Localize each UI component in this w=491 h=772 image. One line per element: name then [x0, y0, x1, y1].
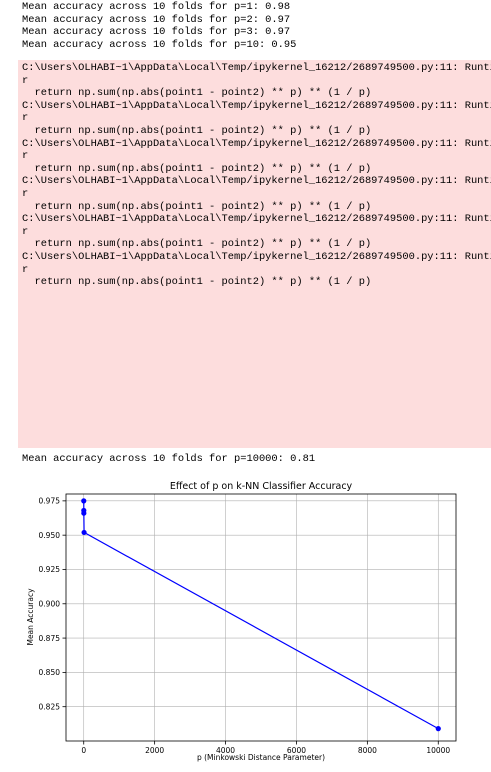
y-tick-label: 0.850	[39, 668, 61, 677]
data-point	[81, 529, 87, 536]
y-tick-label: 0.875	[39, 634, 61, 643]
data-point	[435, 726, 441, 732]
x-axis-label: p (Minkowski Distance Parameter)	[197, 753, 325, 762]
data-point	[81, 498, 87, 504]
x-tick-label: 8000	[358, 746, 377, 755]
y-tick-label: 0.900	[39, 599, 61, 608]
y-axis-label: Mean Accuracy	[26, 588, 35, 646]
plot-frame	[65, 493, 457, 742]
warning-output: C:\Users\OLHABI~1\AppData\Local\Temp/ipy…	[18, 60, 491, 448]
chart-grid	[66, 494, 456, 741]
x-tick-label: 10000	[426, 746, 450, 755]
y-tick-label: 0.825	[39, 702, 61, 711]
y-tick-label: 0.950	[39, 531, 61, 540]
data-point	[81, 510, 87, 516]
y-tick-label: 0.925	[39, 565, 61, 574]
accuracy-chart: Effect of p on k-NN Classifier Accuracy …	[26, 481, 457, 762]
warning-text: C:\Users\OLHABI~1\AppData\Local\Temp/ipy…	[22, 62, 491, 289]
y-tick-label: 0.975	[39, 497, 61, 506]
stdout-top: Mean accuracy across 10 folds for p=1: 0…	[22, 1, 297, 51]
y-axis-ticks: 0.825 0.850 0.875 0.900 0.925 0.950 0.975	[39, 497, 66, 711]
stdout-bottom: Mean accuracy across 10 folds for p=1000…	[22, 453, 316, 465]
x-tick-label: 0	[81, 746, 86, 755]
chart-title: Effect of p on k-NN Classifier Accuracy	[170, 481, 353, 492]
x-tick-label: 2000	[145, 746, 164, 755]
accuracy-series	[81, 498, 441, 732]
